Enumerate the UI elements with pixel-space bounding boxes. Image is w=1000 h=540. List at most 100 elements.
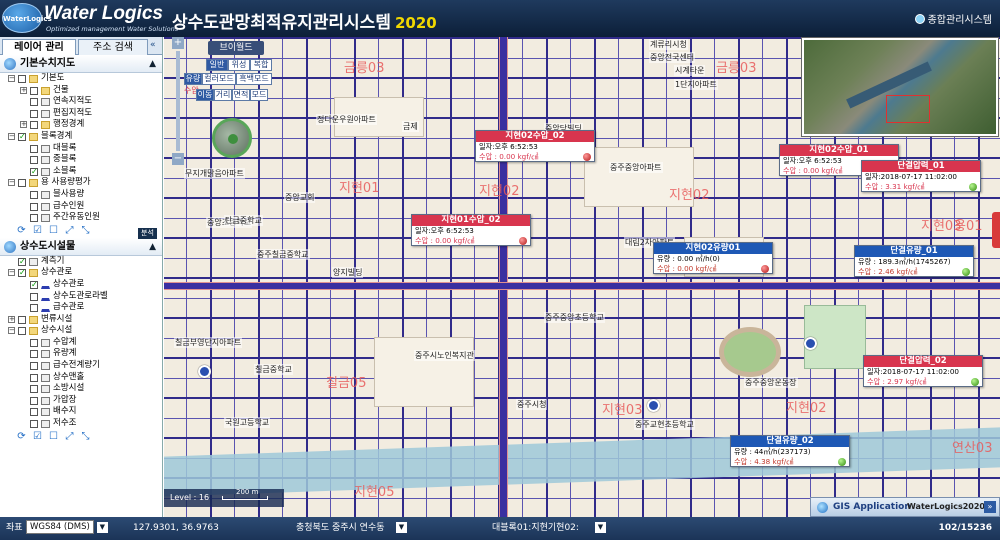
uncheck-all-icon[interactable]: ☐ — [48, 431, 59, 442]
expand-node-icon[interactable]: + — [20, 86, 27, 94]
tree-row[interactable]: 대블록 — [0, 143, 162, 155]
collapse-node-icon[interactable]: − — [8, 269, 15, 277]
tree-row[interactable]: 급수전계량기 — [0, 360, 162, 372]
layer-checkbox[interactable] — [18, 327, 26, 336]
map-canvas[interactable]: 금릉03 금릉03 지현01 지현02 지현02 지현03 칠금05 지현03 지현02 지현05… — [164, 37, 1000, 517]
layer-checkbox[interactable] — [30, 350, 38, 359]
layer-checkbox[interactable] — [30, 144, 38, 153]
layer-checkbox[interactable] — [30, 98, 38, 107]
layer-checkbox[interactable] — [30, 396, 38, 405]
double-chevron-right-icon[interactable]: » — [984, 501, 996, 513]
layer-checkbox[interactable] — [18, 315, 26, 324]
layer-checkbox[interactable] — [18, 131, 26, 143]
tree-row[interactable]: 주간유동인원 — [0, 212, 162, 224]
overview-minimap[interactable] — [801, 37, 999, 137]
layer-checkbox[interactable] — [30, 304, 38, 313]
layer-checkbox[interactable] — [30, 86, 38, 95]
sensor-popup[interactable]: 단결유량_02 유량 : 44㎥/h(237173) 수압 : 4.38 kgf/㎠ — [730, 435, 850, 467]
layer-checkbox[interactable] — [30, 156, 38, 165]
tool-mode[interactable]: 모드 — [250, 89, 268, 101]
admin-link[interactable]: 종합관리시스템 — [914, 11, 992, 26]
tool-area[interactable]: 면적 — [232, 89, 250, 101]
minimap-viewport[interactable] — [886, 95, 930, 123]
analysis-badge[interactable]: 분석 — [138, 228, 157, 239]
collapse-icon[interactable]: ⤡ — [80, 431, 91, 442]
expand-icon[interactable]: ⤢ — [64, 225, 75, 236]
layer-checkbox[interactable] — [30, 121, 38, 130]
layer-checkbox[interactable] — [30, 202, 38, 211]
collapse-node-icon[interactable]: − — [8, 132, 15, 140]
tree-row[interactable]: + 건물 — [0, 85, 162, 97]
check-all-icon[interactable]: ☑ — [32, 225, 43, 236]
tree-row[interactable]: − 블록경계 — [0, 131, 162, 143]
check-all-icon[interactable]: ☑ — [32, 431, 43, 442]
tree-row[interactable]: − 상수시설 — [0, 325, 162, 337]
location-pin-icon[interactable] — [198, 365, 211, 378]
pan-control[interactable] — [212, 118, 252, 158]
layer-checkbox[interactable] — [30, 190, 38, 199]
tree-row[interactable]: 저수조 — [0, 418, 162, 430]
tree-row[interactable]: 상수맨홀 — [0, 372, 162, 384]
mode-hybrid[interactable]: 복합 — [250, 59, 272, 71]
layer-checkbox[interactable] — [18, 256, 26, 267]
tree-row[interactable]: 유량계 — [0, 348, 162, 360]
tab-layer-management[interactable]: 레이어 관리 — [2, 39, 76, 55]
chevron-down-icon[interactable]: ▼ — [595, 522, 606, 533]
layer-checkbox[interactable] — [18, 179, 26, 188]
layer-checkbox[interactable] — [30, 362, 38, 371]
layer-checkbox[interactable] — [30, 166, 38, 177]
right-panel-toggle[interactable] — [992, 212, 1000, 248]
tool-distance[interactable]: 거리 — [214, 89, 232, 101]
tree-row[interactable]: − 기본도 — [0, 73, 162, 85]
location-pin-icon[interactable] — [804, 337, 817, 350]
tree-row[interactable]: 계측기 — [0, 256, 162, 267]
sensor-popup[interactable]: 지현02수압_02 일자:오후 6:52:53 수압 : 0.00 kgf/㎠ — [475, 130, 595, 162]
tree-row[interactable]: 수압계 — [0, 337, 162, 349]
tree-row[interactable]: − 상수관로 — [0, 267, 162, 279]
layer-checkbox[interactable] — [30, 109, 38, 118]
caret-up-icon[interactable]: ▲ — [149, 238, 156, 256]
sensor-popup[interactable]: 지현01수압_02 일자:오후 6:52:53 수압 : 0.00 kgf/㎠ — [411, 214, 531, 246]
tree-row[interactable]: 편집지적도 — [0, 108, 162, 120]
tree-row[interactable]: 급수인원 — [0, 201, 162, 213]
mode-grayscale[interactable]: 흑백모드 — [236, 73, 272, 85]
tree-row[interactable]: 상수관로 — [0, 279, 162, 291]
collapse-node-icon[interactable]: − — [8, 179, 15, 187]
tree-row[interactable]: 상수도관로라벨 — [0, 291, 162, 303]
mode-satellite[interactable]: 위성 — [228, 59, 250, 71]
section-header-water-facilities[interactable]: 상수도시설물 ▲ — [0, 237, 162, 256]
zoom-in-button[interactable]: + — [172, 37, 184, 49]
layer-checkbox[interactable] — [30, 385, 38, 394]
layer-checkbox[interactable] — [30, 408, 38, 417]
collapse-icon[interactable]: ⤡ — [80, 225, 91, 236]
chevron-down-icon[interactable]: ▼ — [396, 522, 407, 533]
tool-move[interactable]: 이동 — [196, 89, 214, 101]
layer-checkbox[interactable] — [30, 338, 38, 347]
layer-checkbox[interactable] — [18, 75, 26, 83]
expand-node-icon[interactable]: + — [20, 121, 27, 129]
uncheck-all-icon[interactable]: ☐ — [48, 225, 59, 236]
refresh-icon[interactable]: ⟳ — [16, 225, 27, 236]
layer-checkbox[interactable] — [30, 420, 38, 429]
collapse-node-icon[interactable]: − — [8, 327, 15, 335]
location-pin-icon[interactable] — [647, 399, 660, 412]
pan-knob[interactable] — [228, 134, 238, 144]
tree-row[interactable]: + 행정경계 — [0, 119, 162, 131]
gis-application-bar[interactable]: GIS Application WaterLogics2020 » — [810, 497, 1000, 517]
mode-color[interactable]: 컬러모드 — [202, 73, 236, 85]
tree-row[interactable]: 중블록 — [0, 154, 162, 166]
tree-row[interactable]: 가압장 — [0, 395, 162, 407]
tree-row[interactable]: 소블록 — [0, 166, 162, 177]
crs-select[interactable]: WGS84 (DMS) — [26, 520, 94, 534]
tree-row[interactable]: + 변류시설 — [0, 314, 162, 326]
mode-flow[interactable]: 유량 — [184, 73, 202, 85]
layer-checkbox[interactable] — [30, 214, 38, 223]
refresh-icon[interactable]: ⟳ — [16, 431, 27, 442]
layer-checkbox[interactable] — [30, 292, 38, 301]
caret-up-icon[interactable]: ▲ — [149, 55, 156, 73]
sensor-popup[interactable]: 단결유량_01 유량 : 189.3㎥/h(1745267) 수압 : 2.46 k… — [854, 245, 974, 277]
section-header-base-map[interactable]: 기본수치지도 ▲ — [0, 55, 162, 73]
tab-address-search[interactable]: 주소 검색 — [78, 39, 148, 55]
layer-checkbox[interactable] — [30, 279, 38, 291]
zoom-out-button[interactable]: − — [172, 153, 184, 165]
